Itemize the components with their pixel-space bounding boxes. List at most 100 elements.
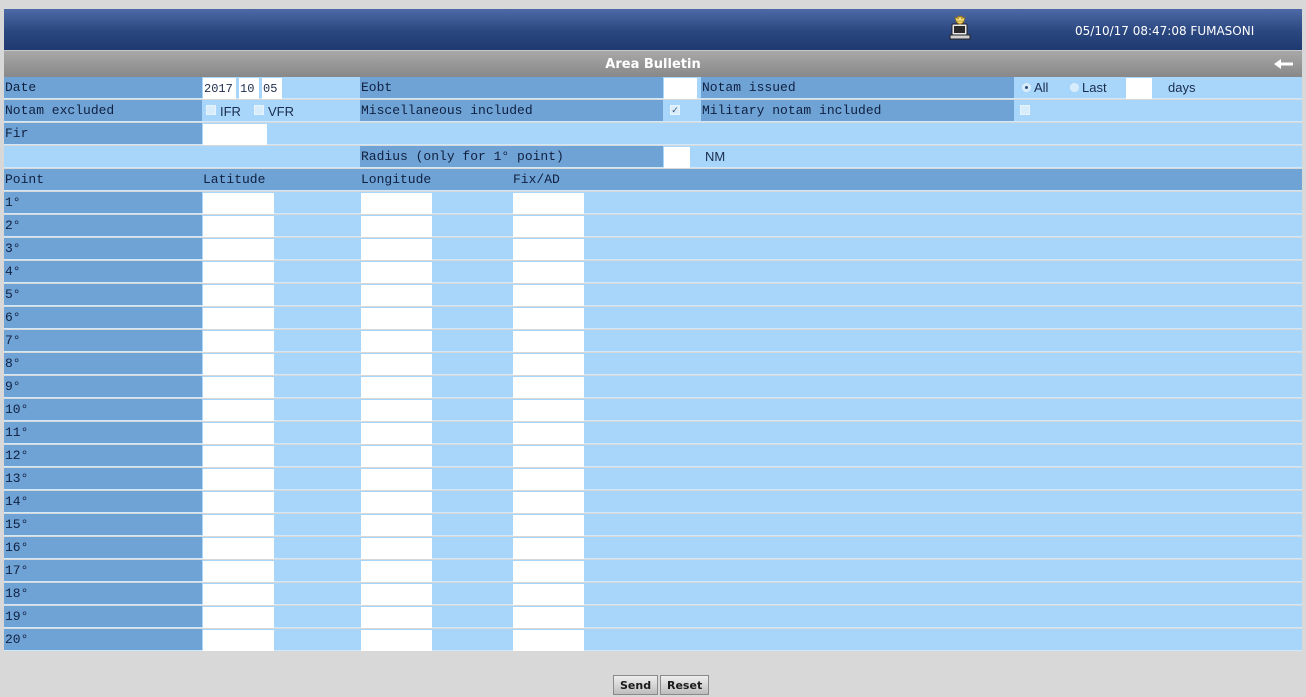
table-row: 4° <box>4 261 1302 284</box>
military-notam-checkbox[interactable] <box>1020 105 1030 115</box>
point-label: 2° <box>4 215 202 237</box>
notam-issued-all-radio[interactable] <box>1022 83 1031 92</box>
longitude-input[interactable] <box>361 492 432 513</box>
latitude-cell <box>202 261 360 283</box>
radius-label: Radius (only for 1° point) <box>360 146 663 168</box>
fix-ad-input[interactable] <box>513 423 584 444</box>
fix-ad-input[interactable] <box>513 607 584 628</box>
user-computer-icon[interactable] <box>949 15 971 41</box>
fix-ad-input[interactable] <box>513 308 584 329</box>
latitude-input[interactable] <box>203 515 274 536</box>
fix-ad-input[interactable] <box>513 331 584 352</box>
latitude-input[interactable] <box>203 239 274 260</box>
fir-input[interactable] <box>203 124 267 145</box>
fix-ad-input[interactable] <box>513 400 584 421</box>
fix-ad-input[interactable] <box>513 584 584 605</box>
longitude-input[interactable] <box>361 423 432 444</box>
latitude-input[interactable] <box>203 607 274 628</box>
ifr-checkbox[interactable] <box>206 105 216 115</box>
latitude-input[interactable] <box>203 285 274 306</box>
fix-ad-input[interactable] <box>513 216 584 237</box>
longitude-input[interactable] <box>361 400 432 421</box>
latitude-input[interactable] <box>203 262 274 283</box>
row-filler <box>663 307 1302 329</box>
row-filler <box>663 560 1302 582</box>
latitude-cell <box>202 238 360 260</box>
latitude-input[interactable] <box>203 561 274 582</box>
longitude-input[interactable] <box>361 630 432 651</box>
longitude-input[interactable] <box>361 331 432 352</box>
column-header-fix-ad: Fix/AD <box>512 169 663 191</box>
longitude-input[interactable] <box>361 607 432 628</box>
longitude-cell <box>360 330 512 352</box>
latitude-cell <box>202 376 360 398</box>
latitude-input[interactable] <box>203 630 274 651</box>
row-filler <box>663 215 1302 237</box>
date-year-input[interactable] <box>203 78 236 99</box>
fix-ad-input[interactable] <box>513 469 584 490</box>
eobt-input[interactable] <box>664 78 697 99</box>
longitude-cell <box>360 583 512 605</box>
latitude-input[interactable] <box>203 538 274 559</box>
latitude-input[interactable] <box>203 446 274 467</box>
longitude-input[interactable] <box>361 354 432 375</box>
table-row: 5° <box>4 284 1302 307</box>
point-label: 18° <box>4 583 202 605</box>
longitude-input[interactable] <box>361 538 432 559</box>
fix-ad-input[interactable] <box>513 285 584 306</box>
fix-ad-input[interactable] <box>513 630 584 651</box>
fix-ad-input[interactable] <box>513 515 584 536</box>
latitude-input[interactable] <box>203 492 274 513</box>
fix-ad-input[interactable] <box>513 193 584 214</box>
fix-ad-input[interactable] <box>513 239 584 260</box>
send-button[interactable]: Send <box>613 675 659 695</box>
longitude-input[interactable] <box>361 239 432 260</box>
notam-excluded-row: Notam excluded IFR VFR Miscellaneous inc… <box>4 100 1302 123</box>
longitude-input[interactable] <box>361 469 432 490</box>
longitude-input[interactable] <box>361 308 432 329</box>
longitude-input[interactable] <box>361 193 432 214</box>
longitude-input[interactable] <box>361 515 432 536</box>
date-month-input[interactable] <box>239 78 259 99</box>
misc-included-checkbox[interactable]: ✓ <box>670 105 680 115</box>
latitude-cell <box>202 307 360 329</box>
longitude-input[interactable] <box>361 285 432 306</box>
latitude-input[interactable] <box>203 193 274 214</box>
latitude-input[interactable] <box>203 400 274 421</box>
table-row: 2° <box>4 215 1302 238</box>
longitude-input[interactable] <box>361 561 432 582</box>
fix-ad-input[interactable] <box>513 354 584 375</box>
table-row: 14° <box>4 491 1302 514</box>
reset-button[interactable]: Reset <box>660 675 710 695</box>
fix-ad-input[interactable] <box>513 492 584 513</box>
latitude-input[interactable] <box>203 469 274 490</box>
latitude-input[interactable] <box>203 216 274 237</box>
row-filler <box>663 491 1302 513</box>
latitude-input[interactable] <box>203 308 274 329</box>
fix-ad-input[interactable] <box>513 538 584 559</box>
fix-ad-input[interactable] <box>513 446 584 467</box>
latitude-cell <box>202 215 360 237</box>
notam-days-input[interactable] <box>1126 78 1152 99</box>
latitude-input[interactable] <box>203 354 274 375</box>
fix-ad-input[interactable] <box>513 561 584 582</box>
longitude-input[interactable] <box>361 446 432 467</box>
longitude-input[interactable] <box>361 262 432 283</box>
date-day-input[interactable] <box>262 78 282 99</box>
latitude-input[interactable] <box>203 377 274 398</box>
latitude-input[interactable] <box>203 423 274 444</box>
back-arrow-icon[interactable] <box>1268 54 1298 74</box>
radius-input[interactable] <box>664 147 690 168</box>
latitude-input[interactable] <box>203 584 274 605</box>
point-label: 7° <box>4 330 202 352</box>
longitude-input[interactable] <box>361 584 432 605</box>
fix-ad-input[interactable] <box>513 377 584 398</box>
notam-issued-last-radio[interactable] <box>1070 83 1079 92</box>
longitude-cell <box>360 468 512 490</box>
latitude-input[interactable] <box>203 331 274 352</box>
vfr-checkbox[interactable] <box>254 105 264 115</box>
longitude-input[interactable] <box>361 377 432 398</box>
fix-ad-input[interactable] <box>513 262 584 283</box>
table-header-filler <box>663 169 1302 191</box>
longitude-input[interactable] <box>361 216 432 237</box>
